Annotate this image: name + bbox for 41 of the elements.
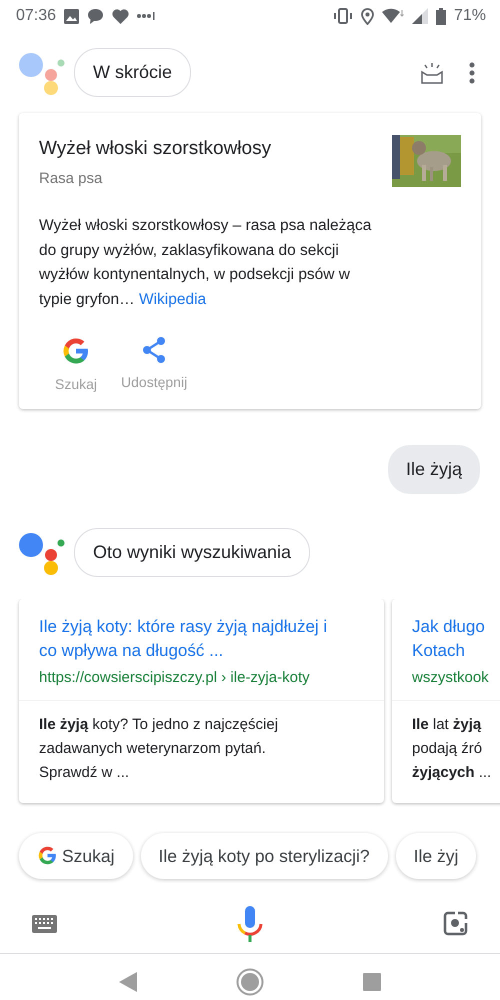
battery-icon (436, 8, 446, 24)
chat-bubble-icon (87, 8, 104, 24)
more-icon[interactable] (468, 62, 476, 84)
card-subtitle: Rasa psa (39, 168, 104, 188)
source-link[interactable]: Wikipedia (138, 290, 206, 308)
card-title: Wyżeł włoski szorstkowłosy (39, 137, 272, 161)
result-url: https://cowsierscipiszczy.pl › ile-zyja-koty (39, 668, 311, 688)
suggestion-chip[interactable]: Szukaj (19, 832, 133, 879)
battery-level: 71% (454, 6, 486, 26)
suggestion-chip[interactable]: Ile żyj (396, 832, 476, 879)
more-notifications-icon (137, 12, 156, 20)
inbox-icon[interactable] (420, 62, 444, 84)
reply-chip[interactable]: Oto wyniki wyszukiwania (74, 528, 310, 577)
share-icon (141, 336, 168, 364)
google-icon (37, 845, 58, 866)
result-card[interactable]: Ile żyją koty: które rasy żyją najdłużej i co wpływa na długość ... https://cowsierscipiszczy.pl › ile-zyja-koty Ile żyją koty? To jedno z najczęściej zadawanych weterynarzom pytań. Sprawdź w ... (19, 599, 384, 802)
assistant-logo (18, 50, 66, 94)
assistant-logo (18, 530, 66, 574)
heart-icon (112, 8, 130, 24)
user-message: Ile żyją (388, 445, 480, 494)
recents-icon[interactable] (362, 973, 381, 992)
card-description: Wyżeł włoski szorstkowłosy – rasa psa należąca do grupy wyżłów, zaklasyfikowana do sekcji wyżłów kontynentalnych, w podsekcji psów w typie gryfon… Wikipedia (39, 216, 372, 310)
result-snippet: Ile żyją koty? To jedno z najczęściej zadawanych weterynarzom pytań. Sprawdź w ... (38, 714, 280, 782)
clock: 07:36 (16, 6, 56, 26)
result-card[interactable]: Jak długo Kotach wszystkook Ile lat żyją podają źró żyjących ... (392, 599, 500, 802)
result-snippet: Ile lat żyją podają źró żyjących ... (411, 714, 492, 782)
keyboard-icon[interactable] (32, 914, 57, 933)
back-icon[interactable] (119, 972, 138, 992)
result-title[interactable]: Ile żyją koty: które rasy żyją najdłużej i co wpływa na długość ... (39, 615, 364, 663)
wifi-icon (382, 8, 404, 24)
suggestion-chip[interactable]: Ile żyją koty po sterylizacji? (140, 832, 388, 879)
result-url: wszystkook (412, 668, 490, 688)
lens-icon[interactable] (443, 911, 468, 936)
location-icon (360, 8, 374, 24)
signal-icon (412, 8, 428, 24)
microphone-icon[interactable] (237, 906, 263, 942)
vibrate-icon (332, 8, 353, 24)
image-icon (64, 8, 80, 24)
result-title[interactable]: Jak długo Kotach (412, 615, 500, 663)
summary-chip[interactable]: W skrócie (74, 48, 192, 97)
home-icon[interactable] (236, 968, 264, 996)
